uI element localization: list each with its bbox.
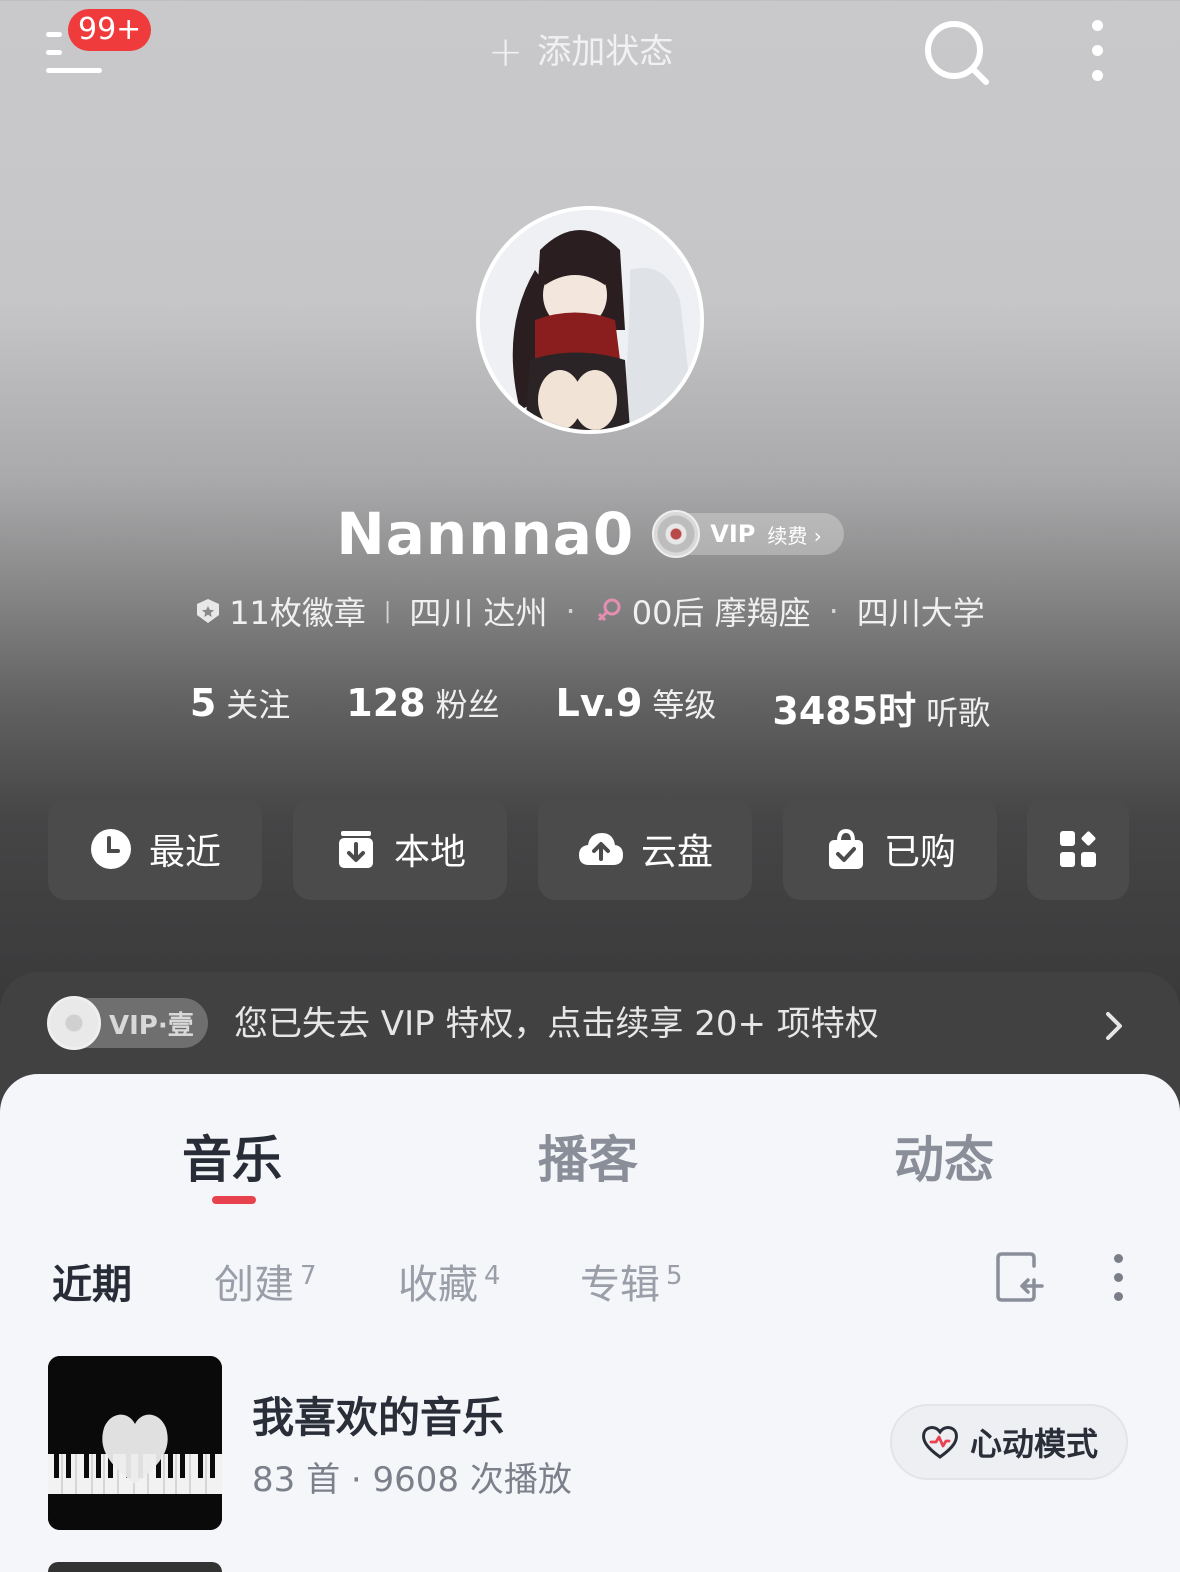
add-status-label: 添加状态 bbox=[537, 32, 674, 72]
vip-banner-text: 您已失去 VIP 特权，点击续享 20+ 项特权 bbox=[234, 1004, 879, 1044]
search-icon bbox=[925, 21, 989, 85]
subtab-label: 专辑 bbox=[580, 1262, 660, 1308]
subtab-label: 创建 bbox=[214, 1262, 294, 1308]
location: 四川 达州 bbox=[409, 594, 548, 632]
name-row: Nannna0 VIP 续费 › bbox=[0, 500, 1180, 568]
avatar[interactable] bbox=[476, 206, 704, 434]
subtab-count: 5 bbox=[666, 1260, 683, 1291]
stat-level[interactable]: Lv.9 等级 bbox=[556, 680, 717, 735]
vinyl-disc-icon bbox=[652, 510, 701, 558]
stat-label: 等级 bbox=[652, 686, 717, 724]
badges-count[interactable]: 11枚徽章 bbox=[229, 588, 366, 634]
separator: | bbox=[383, 598, 392, 624]
stat-listen-time[interactable]: 3485时 听歌 bbox=[772, 680, 990, 735]
username: Nannna0 bbox=[336, 500, 635, 568]
add-status-button[interactable]: + 添加状态 bbox=[488, 28, 673, 76]
dot bbox=[1114, 1254, 1123, 1263]
separator: · bbox=[828, 592, 839, 630]
vip-label: VIP bbox=[710, 520, 756, 548]
vip-level-badge: VIP·壹 bbox=[47, 996, 208, 1050]
stat-follows[interactable]: 5 关注 bbox=[190, 680, 290, 735]
separator: · bbox=[565, 592, 576, 630]
purchased-button[interactable]: 已购 bbox=[783, 798, 997, 900]
medal-icon bbox=[197, 599, 220, 623]
vip-badge[interactable]: VIP 续费 › bbox=[652, 510, 844, 558]
dot bbox=[1092, 70, 1103, 81]
dot bbox=[1092, 20, 1103, 31]
dot bbox=[1092, 45, 1103, 56]
female-icon bbox=[597, 598, 621, 622]
menu-line bbox=[46, 50, 62, 55]
grid-apps-icon bbox=[1060, 831, 1096, 867]
recent-button[interactable]: 最近 bbox=[48, 798, 262, 900]
more-vertical-icon[interactable] bbox=[1086, 18, 1112, 84]
stat-number: 128 bbox=[346, 681, 426, 725]
vip-renew-link: 续费 › bbox=[767, 523, 822, 548]
stat-number: 3485时 bbox=[772, 689, 917, 733]
heart-pulse-icon bbox=[922, 1426, 958, 1459]
subtab-count: 4 bbox=[484, 1260, 501, 1291]
stat-fans[interactable]: 128 粉丝 bbox=[346, 680, 499, 735]
download-icon bbox=[338, 831, 373, 868]
subtab-recent[interactable]: 近期 bbox=[52, 1252, 132, 1310]
more-apps-button[interactable] bbox=[1027, 798, 1129, 900]
tab-indicator bbox=[212, 1196, 256, 1204]
profile-info-row: 11枚徽章 | 四川 达州 · 00后 摩羯座 · 四川大学 bbox=[0, 588, 1180, 634]
dot bbox=[1114, 1273, 1123, 1282]
stat-number: 5 bbox=[189, 681, 217, 725]
vip-level-label: VIP·壹 bbox=[109, 1010, 194, 1041]
recent-label: 最近 bbox=[148, 832, 221, 873]
local-button[interactable]: 本地 bbox=[293, 798, 507, 900]
more-vertical-icon[interactable] bbox=[1110, 1252, 1128, 1304]
next-playlist-cover[interactable] bbox=[48, 1562, 222, 1572]
playlist-meta: 83 首 · 9608 次播放 bbox=[252, 1460, 572, 1500]
cloud-upload-icon bbox=[578, 833, 623, 865]
heart-mode-label: 心动模式 bbox=[969, 1425, 1098, 1463]
birth-info: 00后 摩羯座 bbox=[631, 594, 811, 632]
tab-podcast[interactable]: 播客 bbox=[538, 1120, 638, 1192]
school: 四川大学 bbox=[856, 594, 985, 632]
avatar-image bbox=[480, 210, 700, 430]
plus-icon: + bbox=[488, 27, 524, 76]
dot bbox=[1114, 1292, 1123, 1301]
subtab-albums[interactable]: 专辑 5 bbox=[580, 1252, 683, 1310]
subtab-label: 收藏 bbox=[398, 1262, 478, 1308]
heart-mode-button[interactable]: 心动模式 bbox=[890, 1404, 1128, 1480]
local-label: 本地 bbox=[393, 832, 466, 873]
subtab-collected[interactable]: 收藏 4 bbox=[398, 1252, 501, 1310]
playlist-title[interactable]: 我喜欢的音乐 bbox=[252, 1384, 504, 1445]
stat-label: 粉丝 bbox=[435, 686, 500, 724]
stats-row: 5 关注 128 粉丝 Lv.9 等级 3485时 听歌 bbox=[0, 680, 1180, 735]
stat-label: 关注 bbox=[226, 686, 291, 724]
menu-line bbox=[46, 32, 62, 37]
bag-check-icon bbox=[828, 828, 863, 869]
cloud-label: 云盘 bbox=[640, 832, 713, 873]
notification-badge: 99+ bbox=[68, 9, 152, 51]
playlist-cover[interactable] bbox=[48, 1356, 222, 1530]
subtab-label: 近期 bbox=[52, 1262, 132, 1308]
chevron-right-icon bbox=[1106, 1012, 1122, 1040]
purchased-label: 已购 bbox=[883, 832, 956, 873]
stat-number: Lv.9 bbox=[555, 681, 643, 725]
menu-line bbox=[46, 68, 102, 73]
search-button[interactable] bbox=[922, 18, 990, 86]
clock-icon bbox=[90, 829, 131, 869]
tab-moments[interactable]: 动态 bbox=[894, 1120, 994, 1192]
vinyl-disc-icon bbox=[47, 996, 101, 1050]
cloud-button[interactable]: 云盘 bbox=[538, 798, 752, 900]
subtab-created[interactable]: 创建 7 bbox=[214, 1252, 317, 1310]
piano-heart-cover-image bbox=[48, 1356, 222, 1530]
stat-label: 听歌 bbox=[926, 694, 991, 732]
import-playlist-icon[interactable] bbox=[994, 1250, 1046, 1304]
subtab-count: 7 bbox=[300, 1260, 317, 1291]
tab-music[interactable]: 音乐 bbox=[182, 1120, 282, 1192]
